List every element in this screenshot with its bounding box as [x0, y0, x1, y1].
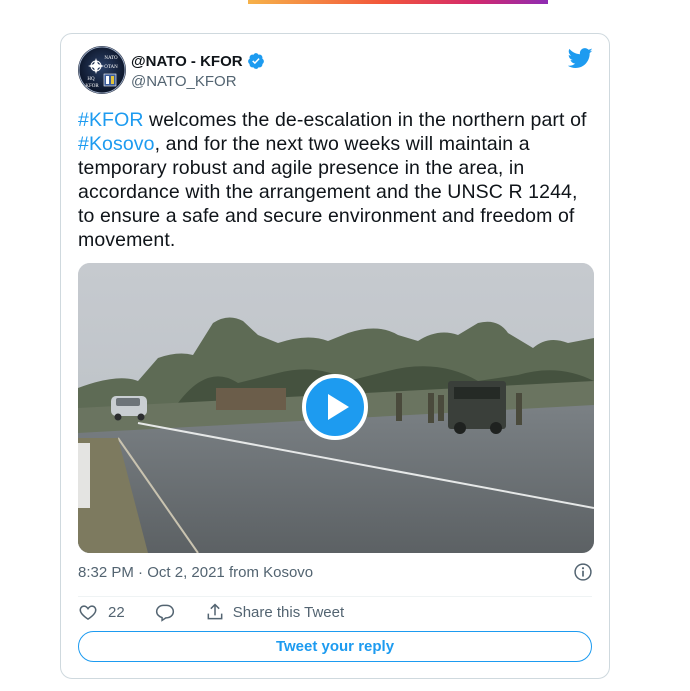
- video-player[interactable]: [78, 263, 594, 553]
- tweet-text: #KFOR welcomes the de-escalation in the …: [78, 108, 598, 252]
- verified-badge-icon: [247, 53, 264, 69]
- tweet-date[interactable]: Oct 2, 2021: [147, 564, 225, 581]
- avatar-text-1: NATO: [104, 56, 118, 61]
- avatar-text-3: HQ: [87, 77, 95, 82]
- embedded-tweet-card[interactable]: NATO OTAN HQ KFOR @NATO - KFOR @NATO_KFO…: [60, 33, 610, 679]
- avatar-text-2: OTAN: [104, 65, 118, 70]
- twitter-bird-icon[interactable]: [568, 48, 593, 69]
- tweet-time[interactable]: 8:32 PM: [78, 564, 134, 581]
- author-display-name[interactable]: @NATO - KFOR: [131, 53, 243, 70]
- avatar[interactable]: NATO OTAN HQ KFOR: [78, 46, 126, 94]
- hashtag-kfor[interactable]: #KFOR: [78, 109, 144, 131]
- top-gradient-bar: [248, 0, 548, 4]
- play-button[interactable]: [302, 374, 368, 440]
- author-handle[interactable]: @NATO_KFOR: [131, 73, 237, 90]
- like-button[interactable]: 22: [78, 602, 125, 622]
- tweet-location: from Kosovo: [224, 564, 314, 581]
- play-icon: [327, 394, 349, 420]
- divider: [78, 596, 592, 597]
- like-count: 22: [108, 603, 125, 621]
- author-name-row[interactable]: @NATO - KFOR: [131, 52, 265, 70]
- hashtag-kosovo[interactable]: #Kosovo: [78, 133, 155, 155]
- avatar-text-4: KFOR: [85, 84, 99, 89]
- speech-bubble-icon: [155, 604, 174, 622]
- tweet-text-part: welcomes the de-escalation in the northe…: [143, 109, 587, 131]
- share-upload-icon: [207, 603, 223, 620]
- tweet-reply-button[interactable]: Tweet your reply: [78, 631, 592, 662]
- action-bar: 22 Share this Tweet: [78, 602, 344, 622]
- reply-button[interactable]: [155, 602, 175, 622]
- heart-icon: [79, 605, 97, 620]
- info-icon[interactable]: [573, 562, 593, 582]
- share-label: Share this Tweet: [232, 603, 345, 621]
- meta-separator: ·: [133, 564, 148, 581]
- share-button[interactable]: Share this Tweet: [205, 602, 344, 622]
- tweet-metadata: 8:32 PM · Oct 2, 2021 from Kosovo: [78, 564, 313, 581]
